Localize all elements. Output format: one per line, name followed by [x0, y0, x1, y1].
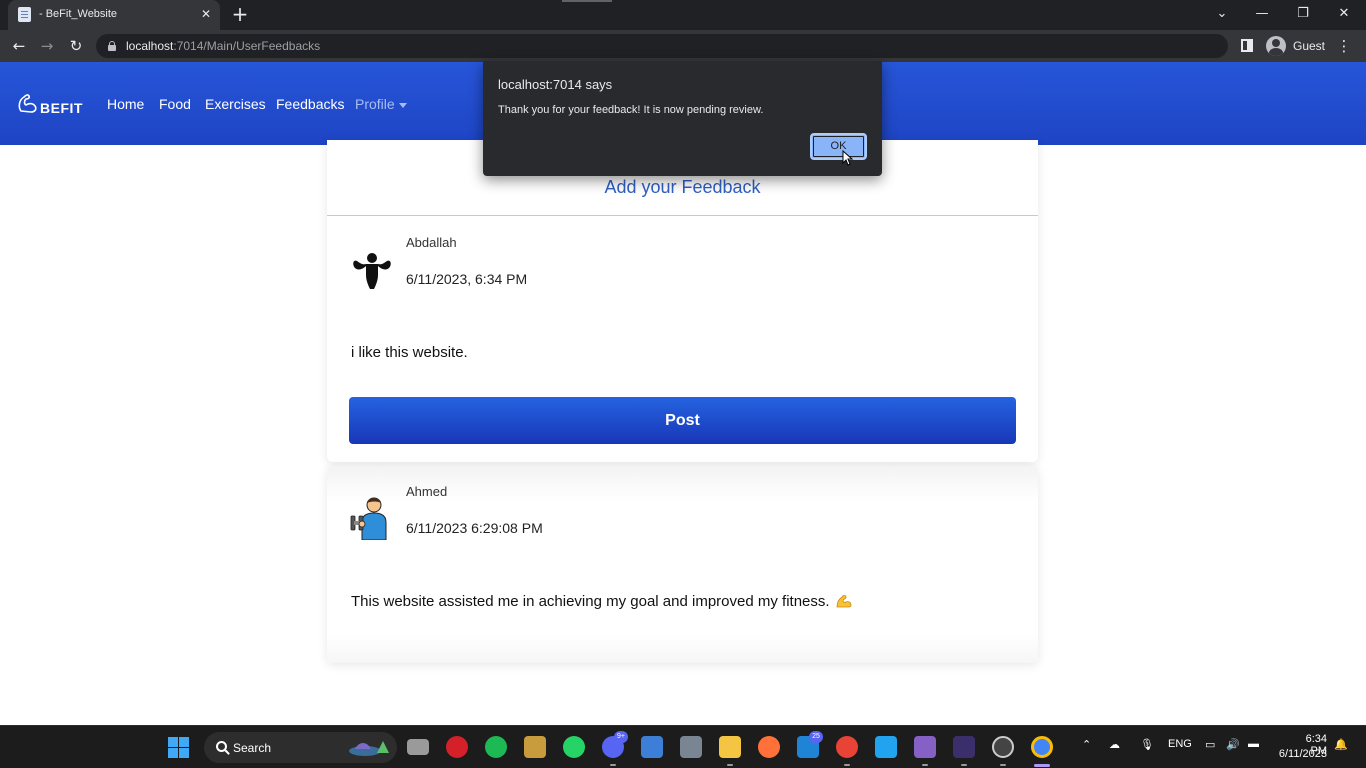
browser-toolbar: ← → ↻ localhost:7014/Main/UserFeedbacks … [0, 30, 1366, 62]
taskbar-search[interactable]: Search [204, 732, 397, 763]
minimize-icon[interactable]: — [1252, 5, 1272, 23]
forward-icon[interactable]: → [37, 36, 57, 56]
feedback-date: 6/11/2023 6:29:08 PM [406, 520, 543, 536]
feedback-text: This website assisted me in achieving my… [351, 593, 830, 610]
tab-title: - BeFit_Website [39, 8, 118, 20]
nav-profile-label: Profile [355, 96, 395, 112]
add-feedback-card: Add your Feedback Abdallah 6/11/2023, 6:… [327, 140, 1038, 462]
notifications-icon[interactable]: 🔔 [1334, 738, 1348, 751]
feedback-text-row: This website assisted me in achieving my… [351, 593, 852, 610]
back-icon[interactable]: ← [9, 36, 29, 56]
whatsapp-icon[interactable] [563, 736, 585, 758]
chrome-profile-icon[interactable] [836, 736, 858, 758]
vscode-icon[interactable] [875, 736, 897, 758]
league-of-legends-icon[interactable] [524, 736, 546, 758]
search-highlight-icon [349, 741, 389, 756]
profile-label[interactable]: Guest [1293, 39, 1325, 53]
mail-badge: 25 [809, 731, 823, 743]
alert-dialog: localhost:7014 says Thank you for your f… [483, 61, 882, 176]
browser-tab-strip: - BeFit_Website ✕ + ⌄ — ❐ ✕ [0, 0, 1366, 30]
windows-start-icon[interactable] [168, 737, 189, 758]
man-lifting-dumbbell-icon [350, 497, 387, 540]
url-text: localhost:7014/Main/UserFeedbacks [126, 39, 321, 53]
battery-icon[interactable]: ▬ [1248, 738, 1259, 750]
flexed-biceps-icon [836, 595, 851, 608]
terminal-icon[interactable] [953, 736, 975, 758]
chrome-icon[interactable] [1031, 736, 1053, 758]
running-indicator [1000, 764, 1006, 766]
nav-feedbacks[interactable]: Feedbacks [276, 96, 344, 112]
running-indicator [844, 764, 850, 766]
address-bar[interactable]: localhost:7014/Main/UserFeedbacks [96, 34, 1228, 58]
feedback-user-name: Abdallah [406, 235, 457, 250]
feedback-date: 6/11/2023, 6:34 PM [406, 271, 528, 287]
restore-icon[interactable]: ❐ [1293, 5, 1313, 23]
reload-icon[interactable]: ↻ [66, 36, 86, 56]
running-indicator [922, 764, 928, 766]
alert-title: localhost:7014 says [498, 77, 613, 92]
flexed-arm-logo-icon [18, 94, 37, 113]
alert-message: Thank you for your feedback! It is now p… [498, 104, 764, 116]
firefox-icon[interactable] [758, 736, 780, 758]
show-hidden-icons-icon[interactable]: ⌃ [1082, 738, 1091, 751]
file-explorer-icon[interactable] [719, 736, 741, 758]
windows-taskbar: Search 9+ 25 ⌃ ☁ 🎙 ENG ▭ 🔊 ▬ 6:34 PM 6/1… [0, 725, 1366, 768]
nav-home[interactable]: Home [107, 96, 144, 112]
close-tab-icon[interactable]: ✕ [198, 6, 214, 22]
close-window-icon[interactable]: ✕ [1334, 5, 1354, 23]
calculator-icon[interactable] [680, 736, 702, 758]
active-app-indicator [1034, 764, 1050, 767]
side-panel-icon[interactable] [1241, 39, 1253, 52]
volume-icon[interactable]: 🔊 [1226, 738, 1240, 751]
network-icon[interactable]: ▭ [1205, 738, 1215, 751]
caret-down-icon [398, 102, 407, 108]
language-indicator[interactable]: ENG [1168, 738, 1192, 750]
add-feedback-title: Add your Feedback [604, 177, 761, 197]
post-button[interactable]: Post [349, 397, 1016, 444]
visual-studio-icon[interactable] [914, 736, 936, 758]
lock-icon[interactable] [108, 41, 116, 51]
nav-food[interactable]: Food [159, 96, 191, 112]
browser-tab[interactable]: - BeFit_Website ✕ [8, 0, 220, 30]
new-tab-icon[interactable]: + [230, 4, 250, 24]
mouse-cursor-icon [842, 150, 854, 166]
microphone-icon[interactable]: 🎙 [1140, 738, 1154, 751]
feedback-card: Ahmed 6/11/2023 6:29:08 PM This website … [327, 466, 1038, 663]
bodybuilder-icon [353, 253, 391, 289]
page-favicon-icon [18, 7, 31, 22]
running-indicator [727, 764, 733, 766]
alert-ok-button[interactable]: OK [810, 133, 867, 160]
card-divider [327, 215, 1038, 216]
feedback-user-name: Ahmed [406, 484, 448, 499]
clock-date[interactable]: 6/11/2023 [1277, 748, 1327, 760]
obs-icon[interactable] [992, 736, 1014, 758]
search-label: Search [233, 741, 272, 755]
onedrive-icon[interactable]: ☁ [1109, 738, 1120, 751]
running-indicator [961, 764, 967, 766]
task-view-icon[interactable] [407, 739, 429, 755]
running-indicator [610, 764, 616, 766]
search-icon [216, 741, 227, 752]
browser-menu-icon[interactable]: ⋮ [1336, 36, 1352, 56]
tab-search-icon[interactable]: ⌄ [1212, 5, 1232, 23]
brand-name: BEFIT [40, 100, 83, 116]
nav-profile-dropdown[interactable]: Profile [355, 96, 407, 112]
discord-badge: 9+ [614, 731, 628, 743]
microsoft-store-icon[interactable] [641, 736, 663, 758]
feedback-input-text[interactable]: i like this website. [351, 344, 468, 361]
profile-icon[interactable] [1266, 36, 1286, 56]
spotify-icon[interactable] [485, 736, 507, 758]
nav-exercises[interactable]: Exercises [205, 96, 266, 112]
t-app-icon[interactable] [446, 736, 468, 758]
window-drag-indicator [562, 0, 612, 2]
